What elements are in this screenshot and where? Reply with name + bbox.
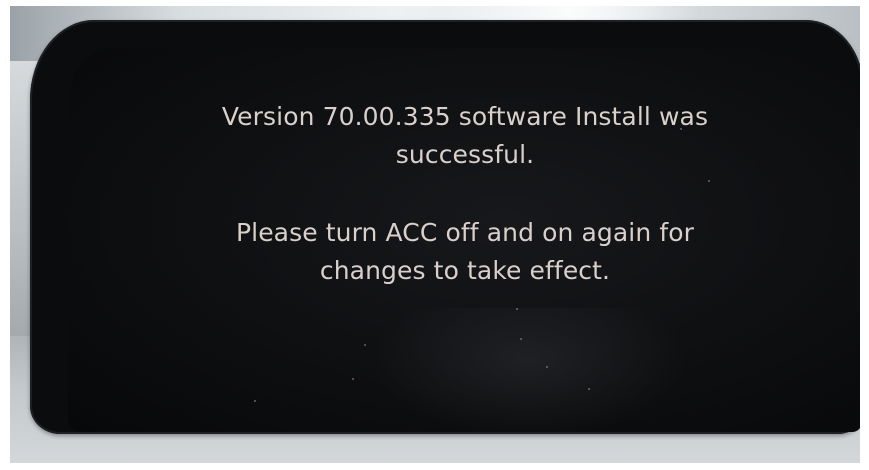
restart-instruction-line-1: Please turn ACC off and on again for: [235, 218, 694, 247]
update-status-message-line-2: successful.: [395, 140, 535, 169]
car-dashboard-photo: Version 70.00.335 software Install was s…: [10, 6, 860, 463]
screen-reflection: [368, 308, 688, 432]
infotainment-display-bezel: Version 70.00.335 software Install was s…: [30, 20, 860, 434]
photo-scene: Version 70.00.335 software Install was s…: [0, 0, 869, 470]
infotainment-screen: Version 70.00.335 software Install was s…: [68, 48, 860, 432]
restart-instruction-line-2: changes to take effect.: [319, 256, 611, 285]
update-status-message-line-1: Version 70.00.335 software Install was: [221, 102, 709, 131]
